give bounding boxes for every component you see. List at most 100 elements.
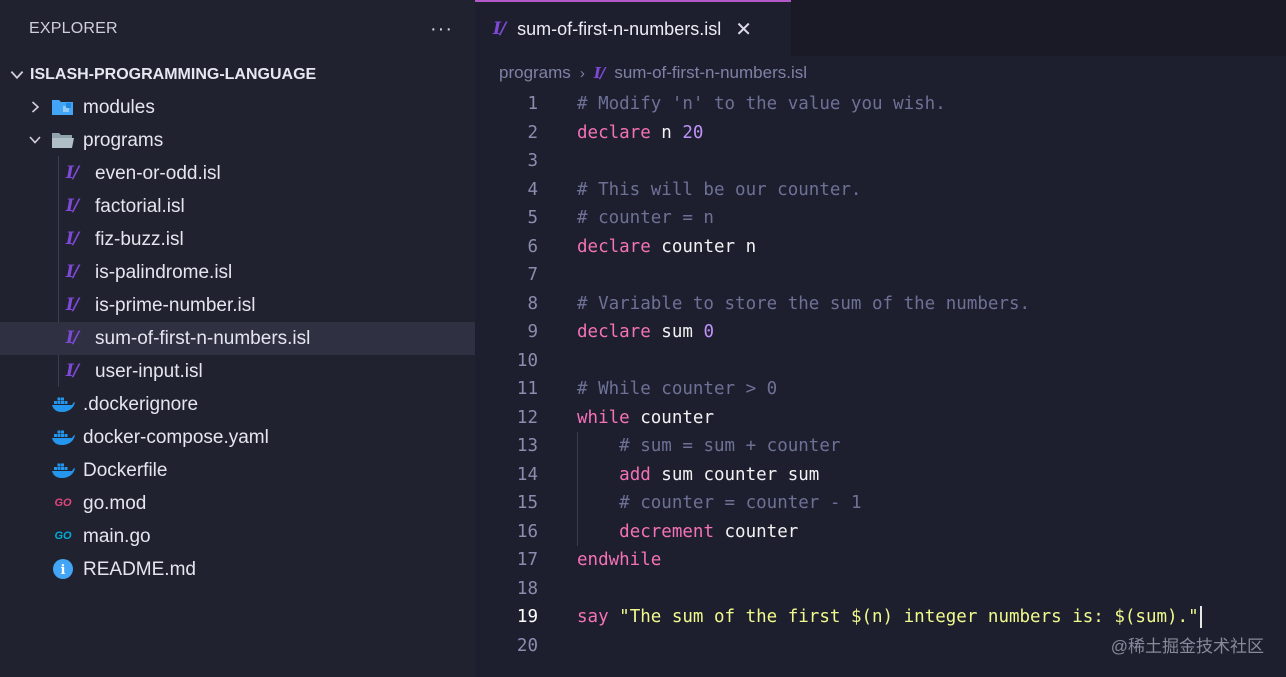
islash-file-icon: I/ bbox=[65, 328, 79, 348]
svg-text:i: i bbox=[61, 563, 66, 578]
code-token: 20 bbox=[682, 122, 704, 143]
tree-item-label: go.mod bbox=[83, 493, 147, 514]
line-number: 12 bbox=[516, 407, 538, 428]
code-token: sum counter sum bbox=[650, 464, 820, 485]
islash-file-icon: I/ bbox=[65, 295, 79, 315]
code-line[interactable]: 5 # counter = n bbox=[475, 204, 1286, 233]
code-line[interactable]: 17 endwhile bbox=[475, 546, 1286, 575]
code-line[interactable]: 10 bbox=[475, 347, 1286, 376]
islash-file-icon: I/ bbox=[65, 196, 79, 216]
code-token: declare bbox=[577, 236, 651, 257]
tree-item-dockerignore[interactable]: .dockerignore bbox=[0, 388, 475, 421]
line-text: # This will be our counter. bbox=[577, 176, 861, 205]
islash-file-icon: I/ bbox=[65, 163, 79, 183]
tree-item-is-prime-number[interactable]: I/ is-prime-number.isl bbox=[0, 289, 475, 322]
breadcrumb-separator: › bbox=[579, 64, 585, 82]
tree-item-go-mod[interactable]: GO go.mod bbox=[0, 487, 475, 520]
islash-file-icon: I/ bbox=[593, 64, 605, 82]
line-number: 15 bbox=[516, 493, 538, 514]
code-line[interactable]: 3 bbox=[475, 147, 1286, 176]
editor-area: I/ sum-of-first-n-numbers.isl ✕ programs… bbox=[475, 0, 1286, 677]
tree-item-label: user-input.isl bbox=[95, 361, 203, 382]
tree-item-label: even-or-odd.isl bbox=[95, 163, 221, 184]
code-line[interactable]: 18 bbox=[475, 575, 1286, 604]
code-token: "The sum of the first $(n) integer numbe… bbox=[619, 607, 1199, 628]
tree-item-label: docker-compose.yaml bbox=[83, 427, 269, 448]
code-line[interactable]: 12 while counter bbox=[475, 404, 1286, 433]
code-token: counter bbox=[629, 407, 714, 428]
line-text: say "The sum of the first $(n) integer n… bbox=[577, 603, 1202, 632]
chevron-down-icon bbox=[29, 136, 41, 144]
tree-item-user-input[interactable]: I/ user-input.isl bbox=[0, 355, 475, 388]
chevron-right-icon bbox=[31, 101, 40, 113]
tree-item-main-go[interactable]: GO main.go bbox=[0, 520, 475, 553]
tree-item-modules[interactable]: modules bbox=[0, 91, 475, 124]
code-line[interactable]: 16 decrement counter bbox=[475, 518, 1286, 547]
close-icon[interactable]: ✕ bbox=[735, 17, 752, 42]
line-text: # counter = counter - 1 bbox=[577, 489, 861, 518]
line-number: 11 bbox=[516, 379, 538, 400]
code-line[interactable]: 6 declare counter n bbox=[475, 233, 1286, 262]
code-line[interactable]: 2 declare n 20 bbox=[475, 119, 1286, 148]
indent-guide bbox=[577, 432, 578, 547]
file-tree: modules programs I/ even-or-odd.isl I/ f… bbox=[0, 91, 475, 586]
breadcrumb: programs › I/ sum-of-first-n-numbers.isl bbox=[475, 56, 1286, 90]
code-token: endwhile bbox=[577, 550, 662, 571]
code-editor[interactable]: 1 # Modify 'n' to the value you wish. 2 dec… bbox=[475, 90, 1286, 660]
code-token: declare bbox=[577, 122, 651, 143]
islash-file-icon: I/ bbox=[65, 262, 79, 282]
code-token: # Variable to store the sum of the numbe… bbox=[577, 293, 1031, 314]
code-line[interactable]: 19 say "The sum of the first $(n) integer… bbox=[475, 603, 1286, 632]
code-line[interactable]: 7 bbox=[475, 261, 1286, 290]
tree-item-even-or-odd[interactable]: I/ even-or-odd.isl bbox=[0, 157, 475, 190]
tree-item-docker-compose[interactable]: docker-compose.yaml bbox=[0, 421, 475, 454]
tree-item-label: sum-of-first-n-numbers.isl bbox=[95, 328, 311, 349]
project-name: ISLASH-PROGRAMMING-LANGUAGE bbox=[30, 65, 317, 83]
tree-item-label: .dockerignore bbox=[83, 394, 199, 415]
line-number: 3 bbox=[527, 151, 538, 172]
code-line[interactable]: 11 # While counter > 0 bbox=[475, 375, 1286, 404]
tree-item-is-palindrome[interactable]: I/ is-palindrome.isl bbox=[0, 256, 475, 289]
tab-sum-of-first-n-numbers[interactable]: I/ sum-of-first-n-numbers.isl ✕ bbox=[475, 0, 791, 56]
code-token: add bbox=[619, 464, 651, 485]
code-token: # sum = sum + counter bbox=[619, 436, 841, 457]
code-line[interactable]: 1 # Modify 'n' to the value you wish. bbox=[475, 90, 1286, 119]
tree-item-label: Dockerfile bbox=[83, 460, 168, 481]
project-root-row[interactable]: ISLASH-PROGRAMMING-LANGUAGE bbox=[0, 58, 475, 91]
tree-item-sum-of-first-n-numbers[interactable]: I/ sum-of-first-n-numbers.isl bbox=[0, 322, 475, 355]
islash-file-icon: I/ bbox=[65, 229, 79, 249]
tree-item-factorial[interactable]: I/ factorial.isl bbox=[0, 190, 475, 223]
explorer-more-actions-button[interactable]: ··· bbox=[430, 18, 453, 41]
code-token: # counter = counter - 1 bbox=[619, 493, 862, 514]
line-number: 5 bbox=[527, 208, 538, 229]
breadcrumb-folder[interactable]: programs bbox=[499, 63, 571, 83]
line-number: 2 bbox=[527, 122, 538, 143]
line-number: 20 bbox=[516, 635, 538, 656]
code-token: sum bbox=[650, 322, 704, 343]
line-text: declare n 20 bbox=[577, 119, 703, 148]
code-line[interactable]: 14 add sum counter sum bbox=[475, 461, 1286, 490]
line-text: declare sum 0 bbox=[577, 318, 714, 347]
watermark: @稀土掘金技术社区 bbox=[1110, 637, 1264, 656]
tree-item-programs[interactable]: programs bbox=[0, 124, 475, 157]
code-token: while bbox=[577, 407, 630, 428]
code-line[interactable]: 4 # This will be our counter. bbox=[475, 176, 1286, 205]
breadcrumb-file[interactable]: sum-of-first-n-numbers.isl bbox=[614, 63, 807, 83]
tree-item-fiz-buzz[interactable]: I/ fiz-buzz.isl bbox=[0, 223, 475, 256]
line-text: endwhile bbox=[577, 546, 661, 575]
line-text: # sum = sum + counter bbox=[577, 432, 840, 461]
tree-item-label: factorial.isl bbox=[95, 196, 185, 217]
tree-item-dockerfile[interactable]: Dockerfile bbox=[0, 454, 475, 487]
code-line[interactable]: 8 # Variable to store the sum of the numb… bbox=[475, 290, 1286, 319]
islash-file-icon: I/ bbox=[493, 19, 506, 39]
explorer-header: EXPLORER ··· bbox=[0, 0, 475, 58]
code-line[interactable]: 15 # counter = counter - 1 bbox=[475, 489, 1286, 518]
tab-label: sum-of-first-n-numbers.isl bbox=[517, 18, 722, 39]
tree-item-label: is-palindrome.isl bbox=[95, 262, 233, 283]
code-line[interactable]: 13 # sum = sum + counter bbox=[475, 432, 1286, 461]
tree-item-readme[interactable]: i README.md bbox=[0, 553, 475, 586]
code-line[interactable]: 9 declare sum 0 bbox=[475, 318, 1286, 347]
